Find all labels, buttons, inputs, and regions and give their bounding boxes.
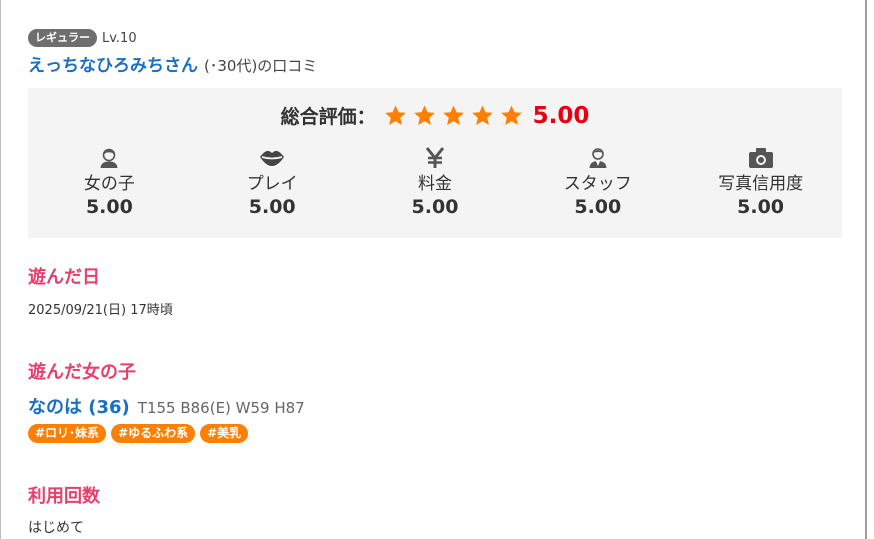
star-icon	[413, 105, 435, 125]
overall-rating: 総合評価： 5.00	[28, 102, 842, 129]
category-staff: スタッフ 5.00	[516, 146, 679, 218]
lips-icon	[259, 146, 285, 170]
category-label: スタッフ	[563, 174, 632, 194]
category-girl: 女の子 5.00	[28, 146, 191, 218]
category-photo-trust: 写真信用度 5.00	[679, 146, 842, 218]
category-label: プレイ	[246, 174, 298, 194]
category-price: 料金 5.00	[354, 146, 517, 218]
rating-panel: 総合評価： 5.00 女の子 5.00 プレイ 5.00 料金 5.00 スタッ…	[28, 88, 842, 238]
tag-badge[interactable]: #ロリ･妹系	[28, 424, 107, 443]
star-icon	[500, 105, 522, 125]
reviewer-name-link[interactable]: えっちなひろみちさん	[28, 51, 198, 76]
window-border-right	[865, 0, 867, 539]
girl-stats: T155 B86(E) W59 H87	[137, 399, 305, 417]
star-icon	[384, 105, 406, 125]
visit-date-value: 2025/09/21(日) 17時頃	[28, 303, 173, 318]
girl-name-link[interactable]: なのは (36)	[28, 393, 130, 419]
girl-info: なのは (36) T155 B86(E) W59 H87	[28, 393, 305, 419]
category-play: プレイ 5.00	[191, 146, 354, 218]
reviewer-row: えっちなひろみちさん (･30代)の口コミ	[28, 51, 317, 76]
star-rating	[384, 104, 529, 127]
category-score: 5.00	[411, 196, 459, 218]
star-icon	[471, 105, 493, 125]
category-label: 料金	[417, 174, 452, 194]
category-label: 写真信用度	[718, 174, 804, 194]
reviewer-level: Lv.10	[102, 30, 137, 46]
camera-icon	[748, 146, 774, 170]
girl-section-title: 遊んだ女の子	[28, 362, 136, 383]
woman-icon	[96, 146, 122, 170]
girl-tags: #ロリ･妹系 #ゆるふわ系 #美乳	[28, 424, 253, 443]
category-ratings: 女の子 5.00 プレイ 5.00 料金 5.00 スタッフ 5.00 写真信用…	[28, 146, 842, 218]
reviewer-suffix: (･30代)の口コミ	[204, 57, 318, 75]
visit-count-title: 利用回数	[28, 486, 100, 507]
staff-icon	[585, 146, 611, 170]
rank-badge: レギュラー	[28, 29, 97, 47]
category-score: 5.00	[574, 196, 622, 218]
overall-rating-label: 総合評価：	[280, 106, 376, 128]
window-border-left	[0, 0, 1, 539]
star-icon	[442, 105, 464, 125]
category-score: 5.00	[737, 196, 785, 218]
yen-icon	[422, 146, 448, 170]
tag-badge[interactable]: #美乳	[200, 424, 249, 443]
reviewer-rank-row: レギュラー Lv.10	[28, 28, 317, 48]
tag-badge[interactable]: #ゆるふわ系	[111, 424, 196, 443]
visit-date-title: 遊んだ日	[28, 267, 100, 288]
category-label: 女の子	[83, 174, 135, 194]
category-score: 5.00	[248, 196, 296, 218]
review-header: レギュラー Lv.10 えっちなひろみちさん (･30代)の口コミ	[28, 28, 317, 76]
visit-count-value: はじめて	[28, 520, 84, 536]
overall-score: 5.00	[532, 102, 590, 129]
category-score: 5.00	[85, 196, 133, 218]
